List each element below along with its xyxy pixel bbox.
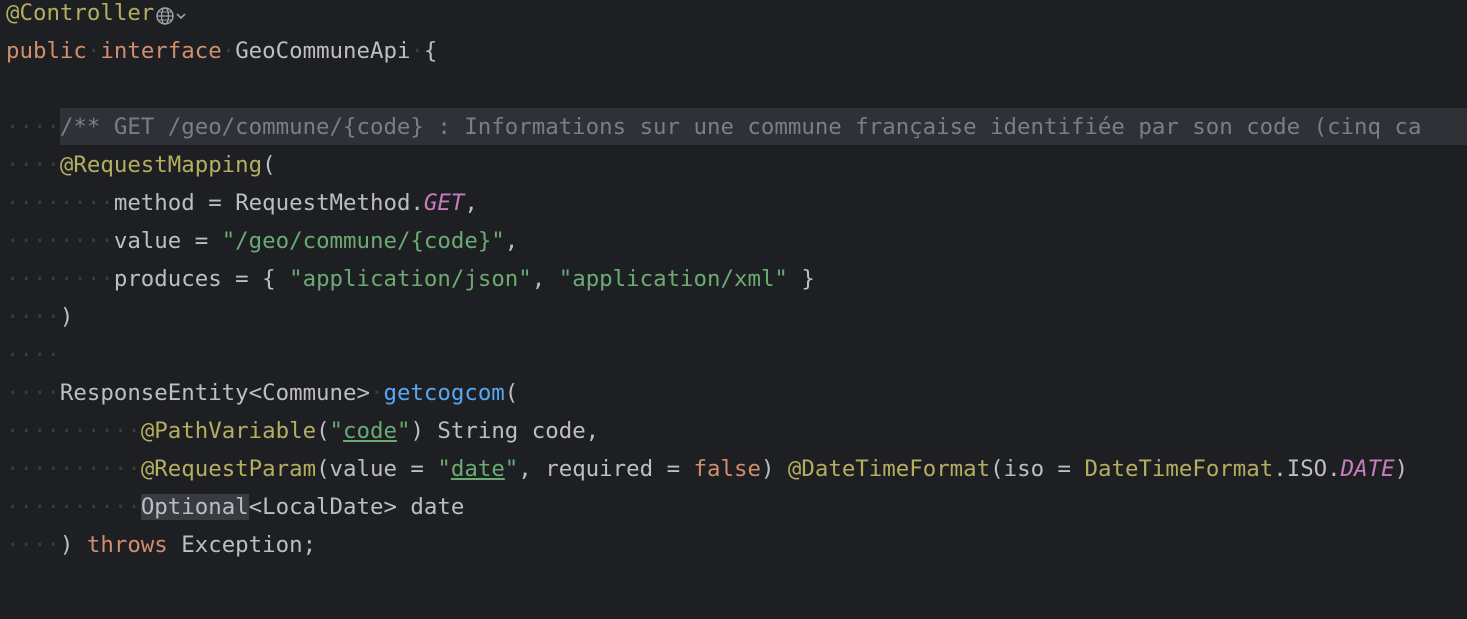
code-editor[interactable]: @Controller public·interface·GeoCommuneA… [0,0,1467,619]
optional-type-highlight[interactable]: Optional [140,494,249,520]
code-line-8[interactable]: ········produces = { "application/json",… [6,260,815,298]
code-line-11[interactable]: ····ResponseEntity<Commune>·getcogcom( [6,374,518,412]
code-line-7[interactable]: ········value = "/geo/commune/{code}", [6,222,518,260]
request-mapping-annotation: @RequestMapping [59,152,263,178]
param-date: date [450,456,505,482]
chevron-down-icon [176,12,186,19]
open-brace: { [423,38,438,64]
code-line-6[interactable]: ········method = RequestMethod.GET, [6,184,478,222]
media-type-json: "application/json" [289,266,532,292]
code-line-5[interactable]: ····@RequestMapping( [6,146,276,184]
code-line-12[interactable]: ··········@PathVariable("code") String c… [6,412,599,450]
keyword-throws: throws [86,532,168,558]
doc-comment: /** GET /geo/commune/{code} : Informatio… [59,114,1422,140]
code-line-1[interactable]: @Controller [6,0,194,32]
request-param-annotation: @RequestParam [140,456,317,482]
media-type-xml: "application/xml" [558,266,788,292]
code-line-9[interactable]: ····) [6,298,73,336]
method-name: getcogcom [383,380,505,406]
keyword-false: false [693,456,761,482]
code-line-13[interactable]: ··········@RequestParam(value = "date", … [6,450,1408,488]
date-time-format-annotation: @DateTimeFormat [787,456,991,482]
code-line-4[interactable]: ····/** GET /geo/commune/{code} : Inform… [6,108,1421,146]
code-line-15[interactable]: ····) throws Exception; [6,526,316,564]
static-constant-get: GET [423,190,465,216]
code-line-14[interactable]: ··········Optional<LocalDate> date [6,488,464,526]
param-code: code [343,418,397,444]
return-type: ResponseEntity<Commune> [59,380,370,406]
interface-name: GeoCommuneApi [235,38,411,64]
code-line-10[interactable]: ···· [6,336,60,374]
globe-icon[interactable] [154,1,194,25]
keyword-public: public [6,38,87,64]
path-variable-annotation: @PathVariable [140,418,317,444]
keyword-interface: interface [100,38,222,64]
static-constant-date: DATE [1340,456,1395,482]
code-line-2[interactable]: public·interface·GeoCommuneApi·{ [6,32,437,70]
controller-annotation: @Controller [6,0,155,26]
path-string: "/geo/commune/{code}" [221,228,505,254]
